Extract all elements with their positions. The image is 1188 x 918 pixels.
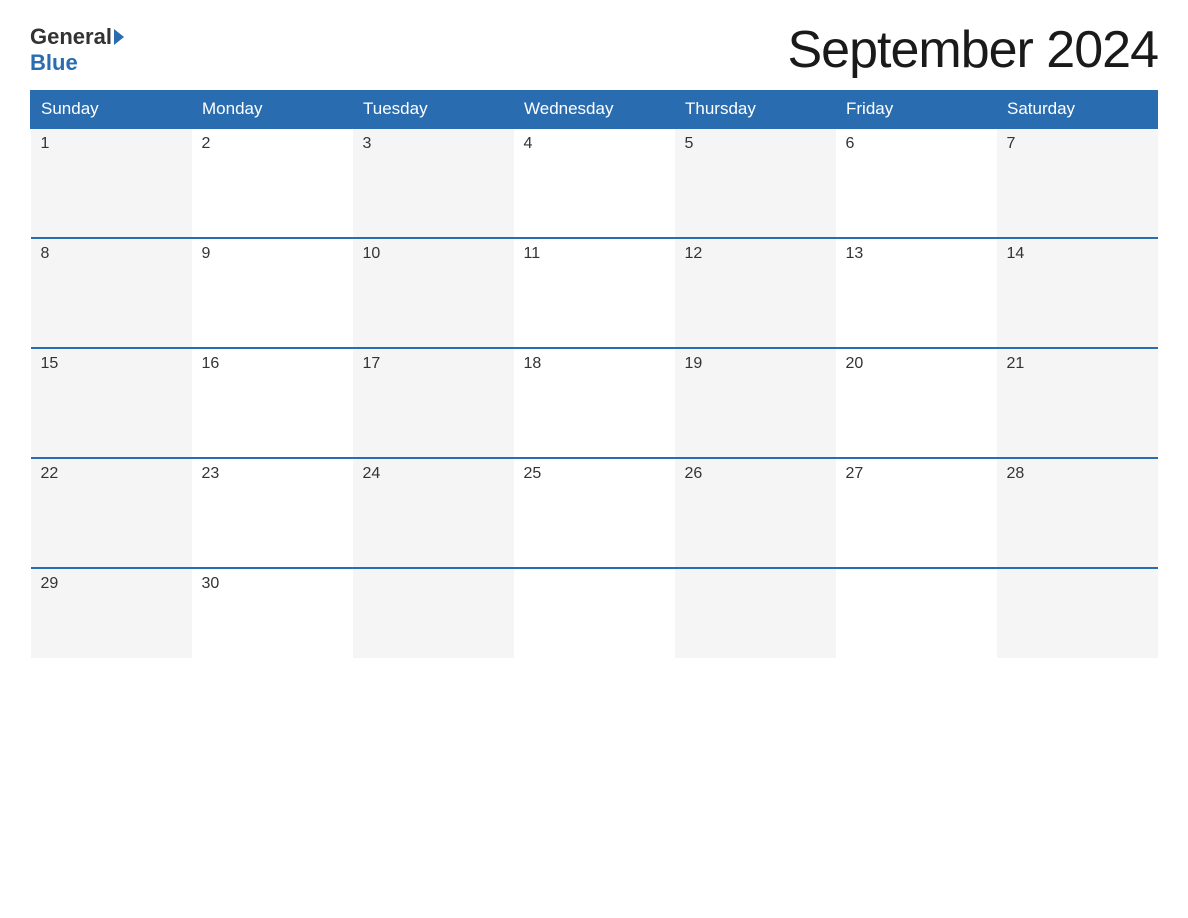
calendar-day-cell: 30 <box>192 568 353 658</box>
calendar-day-cell: 28 <box>997 458 1158 568</box>
day-number: 8 <box>41 245 50 262</box>
day-number: 22 <box>41 465 59 482</box>
day-number: 19 <box>685 355 703 372</box>
calendar-day-cell: 19 <box>675 348 836 458</box>
header-friday: Friday <box>836 91 997 129</box>
day-number: 11 <box>524 245 541 262</box>
calendar-day-cell: 3 <box>353 128 514 238</box>
calendar-day-cell: 9 <box>192 238 353 348</box>
day-number: 17 <box>363 355 381 372</box>
calendar-day-cell: 1 <box>31 128 192 238</box>
day-number: 5 <box>685 135 694 152</box>
calendar-week-row: 8 9 10 11 12 13 14 <box>31 238 1158 348</box>
day-number: 24 <box>363 465 381 482</box>
logo: General Blue <box>30 24 126 76</box>
calendar-header-row: Sunday Monday Tuesday Wednesday Thursday… <box>31 91 1158 129</box>
logo-general-text: General <box>30 24 112 50</box>
day-number: 20 <box>846 355 864 372</box>
calendar-week-row: 1 2 3 4 5 6 7 <box>31 128 1158 238</box>
calendar-day-cell: 26 <box>675 458 836 568</box>
calendar-day-cell: 4 <box>514 128 675 238</box>
header-saturday: Saturday <box>997 91 1158 129</box>
calendar-day-cell <box>997 568 1158 658</box>
calendar-day-cell: 14 <box>997 238 1158 348</box>
calendar-day-cell <box>836 568 997 658</box>
calendar-day-cell: 18 <box>514 348 675 458</box>
calendar-day-cell <box>514 568 675 658</box>
day-number: 13 <box>846 245 864 262</box>
day-number: 15 <box>41 355 59 372</box>
calendar-week-row: 15 16 17 18 19 20 21 <box>31 348 1158 458</box>
day-number: 9 <box>202 245 211 262</box>
header-thursday: Thursday <box>675 91 836 129</box>
day-number: 6 <box>846 135 855 152</box>
calendar-day-cell: 17 <box>353 348 514 458</box>
header-tuesday: Tuesday <box>353 91 514 129</box>
calendar-day-cell: 7 <box>997 128 1158 238</box>
calendar-day-cell: 5 <box>675 128 836 238</box>
day-number: 7 <box>1007 135 1016 152</box>
calendar-day-cell: 29 <box>31 568 192 658</box>
calendar-day-cell: 12 <box>675 238 836 348</box>
calendar-week-row: 22 23 24 25 26 27 28 <box>31 458 1158 568</box>
day-number: 10 <box>363 245 381 262</box>
day-number: 3 <box>363 135 372 152</box>
calendar-week-row: 29 30 <box>31 568 1158 658</box>
logo-blue-text: Blue <box>30 50 78 75</box>
calendar-day-cell <box>353 568 514 658</box>
calendar-day-cell <box>675 568 836 658</box>
calendar-day-cell: 24 <box>353 458 514 568</box>
calendar-day-cell: 6 <box>836 128 997 238</box>
header-sunday: Sunday <box>31 91 192 129</box>
calendar-day-cell: 20 <box>836 348 997 458</box>
day-number: 2 <box>202 135 211 152</box>
day-number: 14 <box>1007 245 1025 262</box>
day-number: 21 <box>1007 355 1025 372</box>
day-number: 28 <box>1007 465 1025 482</box>
day-number: 27 <box>846 465 864 482</box>
month-title: September 2024 <box>788 20 1159 80</box>
logo-triangle-icon <box>114 29 124 45</box>
day-number: 23 <box>202 465 220 482</box>
header-monday: Monday <box>192 91 353 129</box>
page-header: General Blue September 2024 <box>30 20 1158 80</box>
calendar-day-cell: 23 <box>192 458 353 568</box>
day-number: 4 <box>524 135 533 152</box>
calendar-day-cell: 8 <box>31 238 192 348</box>
day-number: 18 <box>524 355 542 372</box>
day-number: 1 <box>41 135 50 152</box>
day-number: 29 <box>41 575 59 592</box>
day-number: 30 <box>202 575 220 592</box>
calendar-day-cell: 22 <box>31 458 192 568</box>
day-number: 26 <box>685 465 703 482</box>
calendar-table: Sunday Monday Tuesday Wednesday Thursday… <box>30 90 1158 658</box>
calendar-day-cell: 15 <box>31 348 192 458</box>
calendar-day-cell: 10 <box>353 238 514 348</box>
day-number: 12 <box>685 245 703 262</box>
calendar-day-cell: 11 <box>514 238 675 348</box>
calendar-day-cell: 13 <box>836 238 997 348</box>
calendar-day-cell: 27 <box>836 458 997 568</box>
day-number: 25 <box>524 465 542 482</box>
day-number: 16 <box>202 355 220 372</box>
calendar-day-cell: 16 <box>192 348 353 458</box>
calendar-day-cell: 21 <box>997 348 1158 458</box>
calendar-day-cell: 2 <box>192 128 353 238</box>
calendar-day-cell: 25 <box>514 458 675 568</box>
header-wednesday: Wednesday <box>514 91 675 129</box>
